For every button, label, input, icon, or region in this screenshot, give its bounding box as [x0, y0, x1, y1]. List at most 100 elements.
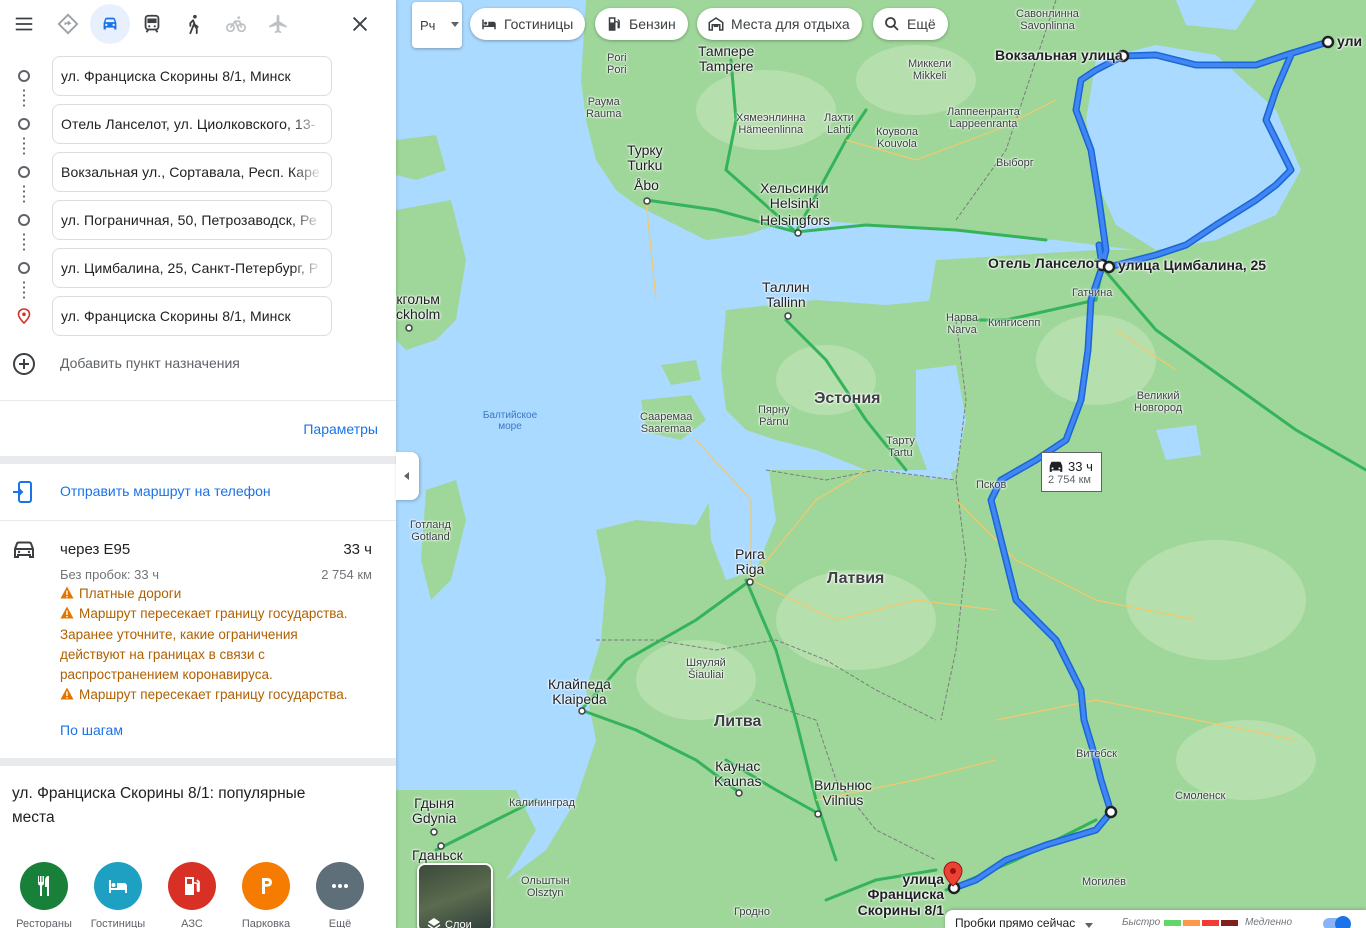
add-destination-button[interactable]: Добавить пункт назначения	[0, 344, 396, 384]
traffic-bar	[1202, 920, 1219, 926]
city-label: кгольм ckholm	[396, 291, 441, 323]
traffic-color-scale	[1164, 920, 1238, 926]
waypoint-row: ул. Франциска Скорины 8/1, Минск	[0, 296, 396, 336]
train-icon	[144, 14, 160, 33]
waypoint-map-label: Отель Ланселот	[988, 255, 1101, 271]
warning-icon	[60, 687, 74, 700]
send-to-phone-label: Отправить маршрут на телефон	[60, 483, 271, 499]
details-link[interactable]: По шагам	[60, 722, 123, 738]
mode-best-route-button[interactable]	[48, 4, 88, 44]
town-label: Коувола Kouvola	[876, 126, 919, 151]
section-divider	[0, 758, 396, 766]
mode-transit-button[interactable]	[132, 4, 172, 44]
traffic-mode-select[interactable]: Пробки прямо сейчас	[955, 916, 1075, 928]
divider	[0, 400, 396, 401]
waypoint-text: ул. Франциска Скорины 8/1, Минск	[61, 68, 291, 84]
town-label: Псков	[976, 479, 1007, 491]
airplane-icon	[269, 14, 287, 34]
traffic-legend: Пробки прямо сейчас Быстро Медленно	[945, 910, 1366, 928]
waypoint-map-label: ули	[1337, 33, 1363, 49]
more-categories-button[interactable]	[316, 862, 364, 910]
chip-label: Гостиницы	[504, 16, 574, 32]
town-label: Раума Rauma	[586, 96, 622, 121]
mode-driving-button[interactable]	[90, 4, 130, 44]
parking-button[interactable]	[242, 862, 290, 910]
category-label: АЗС	[181, 918, 203, 928]
mode-flights-button[interactable]	[258, 4, 298, 44]
mode-walking-button[interactable]	[174, 4, 214, 44]
close-button[interactable]	[340, 4, 380, 44]
route-summary-bubble[interactable]: 33 ч 2 754 км	[1041, 452, 1102, 492]
waypoint-text: Отель Ланселот, ул. Циолковского, 13-	[61, 116, 316, 132]
country-label: Эстония	[814, 390, 881, 407]
hotels-button[interactable]	[94, 862, 142, 910]
gas-stations-button[interactable]	[168, 862, 216, 910]
town-label: Сааремаа Saaremaa	[640, 411, 693, 436]
route-bubble-time: 33 ч	[1068, 459, 1093, 474]
city-label: Helsingfors	[760, 212, 831, 228]
waypoint-circle-icon	[18, 70, 30, 82]
chip-gas[interactable]: Бензин	[595, 8, 688, 40]
city-label: Рига Riga	[735, 546, 765, 578]
warning-text: Маршрут пересекает границу государства.	[79, 606, 348, 621]
destination-input[interactable]: ул. Франциска Скорины 8/1, Минск	[52, 296, 332, 336]
chip-label: Места для отдыха	[731, 16, 850, 32]
more-icon	[332, 884, 348, 888]
land-hiiumaa	[661, 360, 701, 385]
send-to-phone-button[interactable]: Отправить маршрут на телефон	[0, 466, 396, 518]
collapse-panel-button[interactable]	[396, 452, 419, 500]
town-label: Ольштын Olsztyn	[521, 875, 570, 900]
waypoint-input[interactable]: ул. Франциска Скорины 8/1, Минск	[52, 56, 332, 96]
traffic-toggle[interactable]	[1323, 916, 1351, 928]
language-layer-select[interactable]: Рч	[412, 2, 462, 48]
waypoint-row: ул. Франциска Скорины 8/1, Минск	[0, 56, 396, 96]
destination-pin-icon	[17, 308, 31, 324]
town-label: Витебск	[1076, 748, 1117, 760]
layers-icon	[427, 918, 441, 928]
warning-text: Заранее уточните, какие ограничения	[60, 627, 298, 642]
traffic-slow-label: Медленно	[1245, 917, 1293, 928]
waypoint-row: Отель Ланселот, ул. Циолковского, 13-	[0, 104, 396, 144]
traffic-bar	[1164, 920, 1181, 926]
town-label: Готланд Gotland	[410, 519, 451, 544]
waypoint-input[interactable]: Вокзальная ул., Сортавала, Респ. Каре	[52, 152, 332, 192]
options-button[interactable]: Параметры	[303, 421, 378, 437]
chevron-down-icon	[1085, 923, 1093, 928]
route-option[interactable]: через E95 33 ч Без пробок: 33 ч 2 754 км…	[0, 522, 396, 754]
town-label: Пярну Pärnu	[758, 404, 790, 429]
chevron-down-icon	[451, 22, 459, 27]
waypoint-input[interactable]: ул. Цимбалина, 25, Санкт-Петербург, Р	[52, 248, 332, 288]
layers-button[interactable]: Слои	[417, 863, 493, 928]
waypoint-text: ул. Франциска Скорины 8/1, Минск	[61, 308, 291, 324]
traffic-fast-label: Быстро	[1122, 917, 1161, 928]
traffic-bar	[1221, 920, 1238, 926]
city-label: Клайпеда Klaipeda	[548, 676, 611, 708]
map-canvas[interactable]: Эстония Латвия Литва Балтийское море Вок…	[396, 0, 1366, 928]
waypoint-circle-icon	[18, 214, 30, 226]
restaurants-button[interactable]	[20, 862, 68, 910]
menu-button[interactable]	[4, 4, 44, 44]
route-warning: Маршрут пересекает границу государства.	[60, 604, 380, 624]
mode-cycling-button[interactable]	[216, 4, 256, 44]
waypoint-input[interactable]: Отель Ланселот, ул. Циолковского, 13-	[52, 104, 332, 144]
route-duration: 33 ч	[343, 541, 372, 558]
town-label: Лаппеенранта Lappeenranta	[947, 106, 1020, 131]
town-label: Pori Pori	[607, 52, 627, 77]
town-label: Хямеэнлинна Hämeenlinna	[736, 112, 806, 137]
city-label: Гданьск	[412, 847, 463, 863]
waypoint-text: ул. Цимбалина, 25, Санкт-Петербург, Р	[61, 260, 319, 276]
hotel-icon	[482, 19, 496, 30]
town-label: Миккели Mikkeli	[908, 58, 952, 83]
waypoint-circle-icon	[18, 166, 30, 178]
chip-hotels[interactable]: Гостиницы	[470, 8, 586, 40]
town-label: Выборг	[996, 157, 1034, 169]
warning-icon	[60, 586, 74, 599]
town-label: Тарту Tartu	[886, 435, 915, 460]
chip-rest-areas[interactable]: Места для отдыха	[697, 8, 862, 40]
directions-toolbar	[0, 0, 396, 48]
waypoint-input[interactable]: ул. Пограничная, 50, Петрозаводск, Ре	[52, 200, 332, 240]
city-label: Вильнюс Vilnius	[814, 777, 872, 809]
chip-more[interactable]: Ещё	[873, 8, 948, 40]
rest-area-icon	[708, 17, 724, 31]
waypoint-map-label: улица Франциска Скорины 8/1	[857, 871, 944, 918]
